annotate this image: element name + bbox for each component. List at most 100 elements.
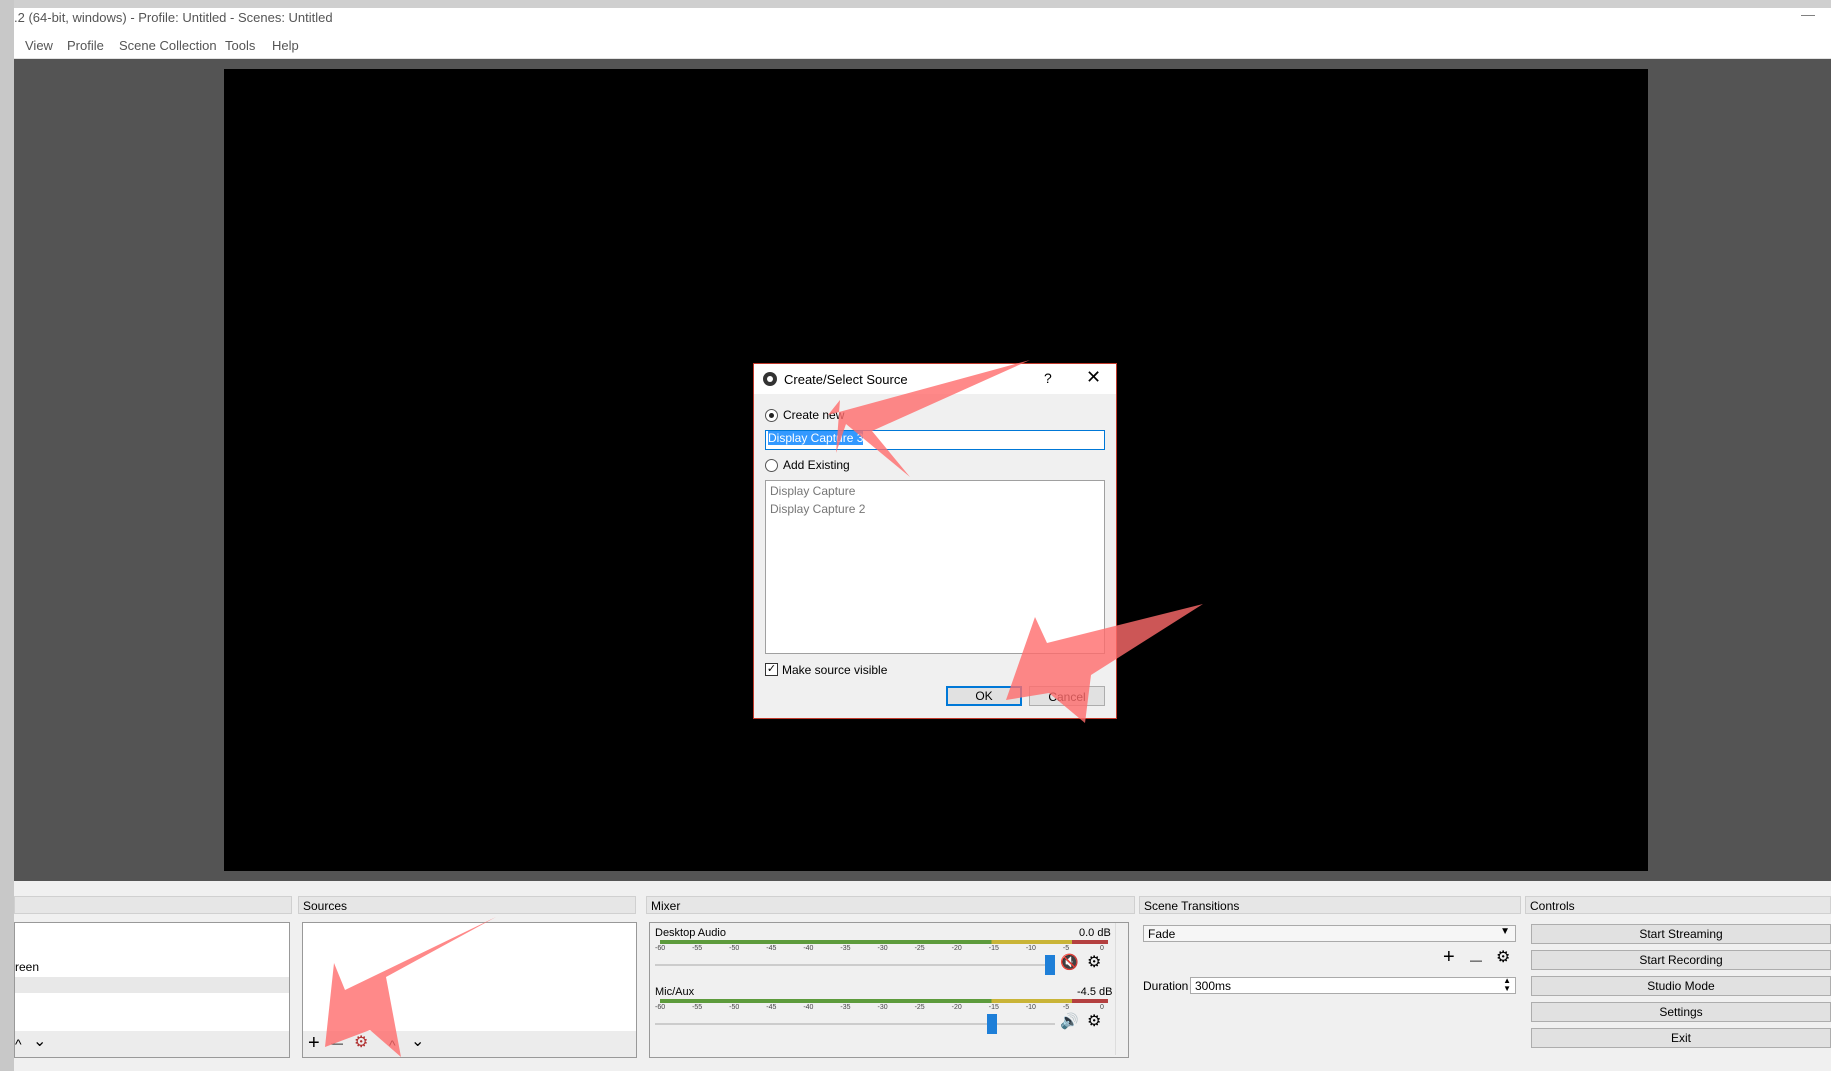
meter-tick-label: -5: [1062, 1004, 1070, 1011]
chevron-down-icon: ▼: [1500, 926, 1510, 937]
sources-list[interactable]: + — ⚙ ^ ⌄: [302, 922, 637, 1058]
volume-slider-handle[interactable]: [1045, 955, 1055, 975]
window-title: .2 (64-bit, windows) - Profile: Untitled…: [14, 10, 333, 25]
menu-profile[interactable]: Profile: [67, 38, 104, 53]
create-new-label: Create new: [783, 408, 845, 422]
mixer-header: Mixer: [646, 896, 1135, 914]
add-transition-icon[interactable]: +: [1443, 947, 1455, 967]
transition-select[interactable]: Fade ▼: [1143, 925, 1516, 942]
meter-tick-label: -55: [692, 1004, 703, 1011]
cancel-button[interactable]: Cancel: [1029, 686, 1105, 706]
meter-tick-label: -35: [840, 1004, 851, 1011]
scenes-header: [14, 896, 292, 914]
move-down-icon[interactable]: ⌄: [33, 1034, 46, 1050]
list-item[interactable]: Display Capture 2: [770, 502, 865, 516]
make-visible-checkbox[interactable]: ✓: [765, 663, 778, 676]
gear-icon[interactable]: ⚙: [354, 1035, 368, 1051]
start-recording-button[interactable]: Start Recording: [1531, 950, 1831, 970]
muted-speaker-icon[interactable]: 🔇: [1060, 955, 1079, 971]
menu-scene-collection[interactable]: Scene Collection: [119, 38, 217, 53]
source-name-input[interactable]: Display Capture 3: [765, 430, 1105, 450]
meter-tick-label: -30: [877, 945, 888, 952]
volume-slider-handle[interactable]: [986, 1014, 997, 1034]
meter-tick-label: -10: [1025, 1004, 1036, 1011]
existing-sources-list[interactable]: Display Capture Display Capture 2: [765, 480, 1105, 654]
meter-tick-label: -50: [729, 945, 740, 952]
scene-item[interactable]: reen: [15, 960, 39, 974]
meter-tick-label: -35: [840, 945, 851, 952]
meter-tick-label: -25: [914, 945, 925, 952]
dialog-title-bar: Create/Select Source ? ✕: [754, 364, 1116, 394]
move-down-icon[interactable]: ⌄: [411, 1034, 424, 1050]
volume-meter: [660, 999, 1108, 1003]
add-existing-label: Add Existing: [783, 458, 850, 472]
meter-ticks: -60 -55 -50 -45 -40 -35 -30 -25 -20 -15 -10 -5 0: [655, 945, 1110, 954]
mixer-scrollbar[interactable]: [1115, 923, 1128, 1055]
meter-tick-label: -20: [951, 945, 962, 952]
create-new-radio[interactable]: [765, 409, 778, 422]
move-up-icon[interactable]: ^: [389, 1037, 396, 1053]
meter-tick-label: -45: [766, 1004, 777, 1011]
meter-tick-label: 0: [1100, 945, 1104, 952]
meter-tick-label: -60: [655, 945, 666, 952]
volume-meter: [660, 940, 1108, 944]
source-name-value: Display Capture 3: [768, 431, 864, 445]
transitions-header: Scene Transitions: [1139, 896, 1521, 914]
scenes-list[interactable]: reen ^ ⌄: [14, 922, 290, 1058]
meter-tick-label: -15: [988, 1004, 999, 1011]
ok-button[interactable]: OK: [946, 686, 1022, 706]
meter-ticks: -60 -55 -50 -45 -40 -35 -30 -25 -20 -15 -10 -5 0: [655, 1004, 1110, 1013]
studio-mode-button[interactable]: Studio Mode: [1531, 976, 1831, 996]
window-top-edge: [0, 0, 1831, 8]
meter-tick-label: -20: [951, 1004, 962, 1011]
meter-tick-label: -40: [803, 1004, 814, 1011]
duration-value: 300ms: [1195, 979, 1232, 993]
meter-tick-label: -10: [1025, 945, 1036, 952]
help-button[interactable]: ?: [1044, 370, 1052, 386]
obs-logo-icon: [763, 372, 777, 386]
exit-button[interactable]: Exit: [1531, 1028, 1831, 1048]
meter-tick-label: -55: [692, 945, 703, 952]
menu-help[interactable]: Help: [272, 38, 299, 53]
settings-button[interactable]: Settings: [1531, 1002, 1831, 1022]
add-existing-radio[interactable]: [765, 459, 778, 472]
transition-selected: Fade: [1148, 927, 1176, 941]
move-up-icon[interactable]: ^: [15, 1036, 22, 1052]
title-bar: .2 (64-bit, windows) - Profile: Untitled…: [14, 6, 1831, 32]
meter-tick-label: -45: [766, 945, 777, 952]
meter-tick-label: -40: [803, 945, 814, 952]
channel-db: 0.0 dB: [1079, 927, 1111, 939]
list-item[interactable]: Display Capture: [770, 484, 855, 498]
add-icon[interactable]: +: [308, 1033, 320, 1053]
meter-tick-label: -15: [988, 945, 999, 952]
meter-tick-label: -5: [1062, 945, 1070, 952]
gear-icon[interactable]: ⚙: [1087, 1014, 1101, 1030]
menu-tools[interactable]: Tools: [225, 38, 255, 53]
close-button[interactable]: ✕: [1086, 367, 1101, 388]
mixer-panel: Desktop Audio 0.0 dB -60 -55 -50 -45 -40 -35-…: [649, 922, 1129, 1058]
start-streaming-button[interactable]: Start Streaming: [1531, 924, 1831, 944]
gear-icon[interactable]: ⚙: [1496, 950, 1510, 966]
remove-icon[interactable]: —: [331, 1035, 343, 1051]
meter-tick-label: 0: [1100, 1004, 1104, 1011]
menu-view[interactable]: View: [25, 38, 53, 53]
volume-slider-track[interactable]: [655, 964, 1055, 966]
channel-name: Mic/Aux: [655, 986, 695, 998]
channel-name: Desktop Audio: [655, 927, 726, 939]
channel-db: -4.5 dB: [1077, 986, 1113, 998]
menu-bar: View Profile Scene Collection Tools Help: [14, 32, 1831, 59]
controls-header: Controls: [1525, 896, 1831, 914]
remove-transition-icon[interactable]: —: [1470, 952, 1482, 968]
dialog-title: Create/Select Source: [784, 372, 908, 387]
sources-header: Sources: [298, 896, 636, 914]
spinner-icon[interactable]: ▲ ▼: [1503, 977, 1511, 993]
scenes-toolbar: ^ ⌄: [15, 1031, 289, 1057]
gear-icon[interactable]: ⚙: [1087, 955, 1101, 971]
meter-tick-label: -30: [877, 1004, 888, 1011]
meter-tick-label: -25: [914, 1004, 925, 1011]
minimize-button[interactable]: —: [1801, 6, 1815, 22]
scene-item-selected[interactable]: [15, 977, 289, 993]
duration-input[interactable]: 300ms ▲ ▼: [1190, 977, 1516, 994]
speaker-icon[interactable]: 🔊: [1060, 1014, 1079, 1030]
meter-tick-label: -60: [655, 1004, 666, 1011]
